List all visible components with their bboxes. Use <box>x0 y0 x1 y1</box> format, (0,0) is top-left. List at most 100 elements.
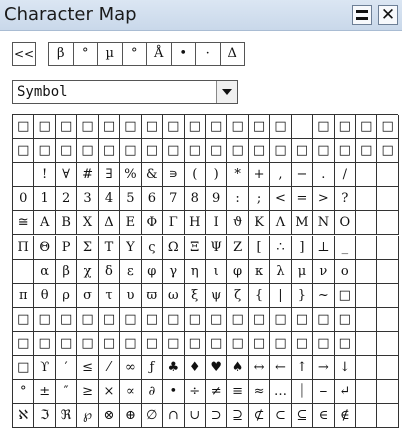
char-cell[interactable]: ← <box>270 356 292 381</box>
char-cell[interactable]: □ <box>270 331 292 356</box>
char-cell[interactable] <box>377 283 399 308</box>
char-cell[interactable]: σ <box>77 283 99 308</box>
char-cell[interactable] <box>356 380 378 405</box>
char-cell[interactable]: Ξ <box>184 235 206 260</box>
char-cell[interactable]: □ <box>184 115 206 140</box>
char-cell[interactable]: ∅ <box>141 404 164 428</box>
char-cell[interactable]: ω <box>163 283 185 308</box>
char-cell[interactable]: ≠ <box>205 380 228 405</box>
char-cell[interactable]: Π <box>13 235 35 260</box>
char-cell[interactable]: □ <box>55 139 78 164</box>
char-cell[interactable] <box>356 356 378 381</box>
char-cell[interactable]: □ <box>13 331 35 356</box>
char-cell[interactable]: ⊗ <box>98 404 121 428</box>
char-cell[interactable]: ι <box>205 259 228 284</box>
char-cell[interactable]: ↔ <box>248 356 271 381</box>
char-cell[interactable]: < <box>270 187 292 212</box>
char-cell[interactable]: □ <box>184 331 206 356</box>
char-cell[interactable]: ⁄ <box>98 356 121 381</box>
char-cell[interactable]: ≡ <box>227 380 249 405</box>
char-cell[interactable]: ϑ <box>227 211 249 236</box>
font-select[interactable]: Symbol <box>12 80 238 104</box>
char-cell[interactable]: □ <box>98 307 121 332</box>
char-cell[interactable]: Ρ <box>55 235 78 260</box>
char-cell[interactable]: 2 <box>55 187 78 212</box>
char-cell[interactable] <box>377 235 399 260</box>
char-cell[interactable]: □ <box>205 307 228 332</box>
char-cell[interactable] <box>356 259 378 284</box>
char-cell[interactable]: ν <box>313 259 335 284</box>
recent-char-cell[interactable]: µ <box>98 43 123 65</box>
char-cell[interactable]: □ <box>120 307 142 332</box>
menu-button[interactable] <box>352 5 372 25</box>
char-cell[interactable]: & <box>141 163 164 188</box>
char-cell[interactable]: □ <box>77 331 99 356</box>
char-cell[interactable]: □ <box>13 115 35 140</box>
char-cell[interactable] <box>377 404 399 428</box>
char-cell[interactable]: 6 <box>141 187 164 212</box>
char-cell[interactable]: ⊂ <box>270 404 292 428</box>
char-cell[interactable]: □ <box>55 307 78 332</box>
char-cell[interactable]: ≅ <box>13 211 35 236</box>
char-cell[interactable]: 4 <box>98 187 121 212</box>
char-cell[interactable]: Ο <box>334 211 357 236</box>
char-cell[interactable]: □ <box>163 331 185 356</box>
char-cell[interactable]: ⊕ <box>120 404 142 428</box>
char-cell[interactable]: ∪ <box>184 404 206 428</box>
char-cell[interactable]: □ <box>120 331 142 356</box>
char-cell[interactable] <box>356 235 378 260</box>
char-cell[interactable]: □ <box>334 307 357 332</box>
char-cell[interactable]: □ <box>55 331 78 356</box>
char-cell[interactable] <box>13 259 35 284</box>
char-cell[interactable]: … <box>270 380 292 405</box>
char-cell[interactable]: ζ <box>227 283 249 308</box>
char-cell[interactable]: □ <box>291 331 314 356</box>
char-cell[interactable]: ε <box>120 259 142 284</box>
char-cell[interactable]: □ <box>205 115 228 140</box>
char-cell[interactable]: ƒ <box>141 356 164 381</box>
char-cell[interactable]: | <box>270 283 292 308</box>
char-cell[interactable]: □ <box>270 307 292 332</box>
char-cell[interactable]: ♥ <box>205 356 228 381</box>
char-cell[interactable]: ο <box>334 259 357 284</box>
char-cell[interactable]: □ <box>248 115 271 140</box>
char-cell[interactable]: Γ <box>163 211 185 236</box>
char-cell[interactable]: ς <box>141 235 164 260</box>
char-cell[interactable]: ∃ <box>98 163 121 188</box>
char-cell[interactable]: ∝ <box>120 380 142 405</box>
recent-char-cell[interactable]: ° <box>123 43 147 65</box>
char-cell[interactable]: β <box>55 259 78 284</box>
char-cell[interactable]: ϒ <box>34 356 56 381</box>
char-cell[interactable]: ≤ <box>77 356 99 381</box>
char-cell[interactable]: φ <box>141 259 164 284</box>
char-cell[interactable]: ⊆ <box>291 404 314 428</box>
char-cell[interactable]: □ <box>184 307 206 332</box>
char-cell[interactable] <box>356 187 378 212</box>
char-cell[interactable]: ρ <box>55 283 78 308</box>
char-cell[interactable]: ♠ <box>227 356 249 381</box>
char-cell[interactable]: □ <box>34 331 56 356</box>
char-cell[interactable]: μ <box>291 259 314 284</box>
char-cell[interactable]: α <box>34 259 56 284</box>
char-cell[interactable]: . <box>313 163 335 188</box>
char-cell[interactable]: □ <box>55 115 78 140</box>
char-cell[interactable]: υ <box>120 283 142 308</box>
char-cell[interactable]: ∍ <box>163 163 185 188</box>
char-cell[interactable]: □ <box>313 331 335 356</box>
char-cell[interactable]: ″ <box>55 380 78 405</box>
char-cell[interactable]: > <box>313 187 335 212</box>
char-cell[interactable]: # <box>77 163 99 188</box>
char-cell[interactable]: □ <box>334 139 357 164</box>
char-cell[interactable]: ℑ <box>34 404 56 428</box>
char-cell[interactable]: 9 <box>205 187 228 212</box>
char-cell[interactable]: □ <box>13 356 35 381</box>
char-cell[interactable]: ⊄ <box>248 404 271 428</box>
char-cell[interactable] <box>377 356 399 381</box>
char-cell[interactable]: % <box>120 163 142 188</box>
char-cell[interactable]: × <box>98 380 121 405</box>
back-button[interactable]: << <box>12 42 36 66</box>
char-cell[interactable]: ↵ <box>334 380 357 405</box>
char-cell[interactable]: □ <box>141 307 164 332</box>
char-cell[interactable] <box>377 259 399 284</box>
char-cell[interactable]: θ <box>34 283 56 308</box>
